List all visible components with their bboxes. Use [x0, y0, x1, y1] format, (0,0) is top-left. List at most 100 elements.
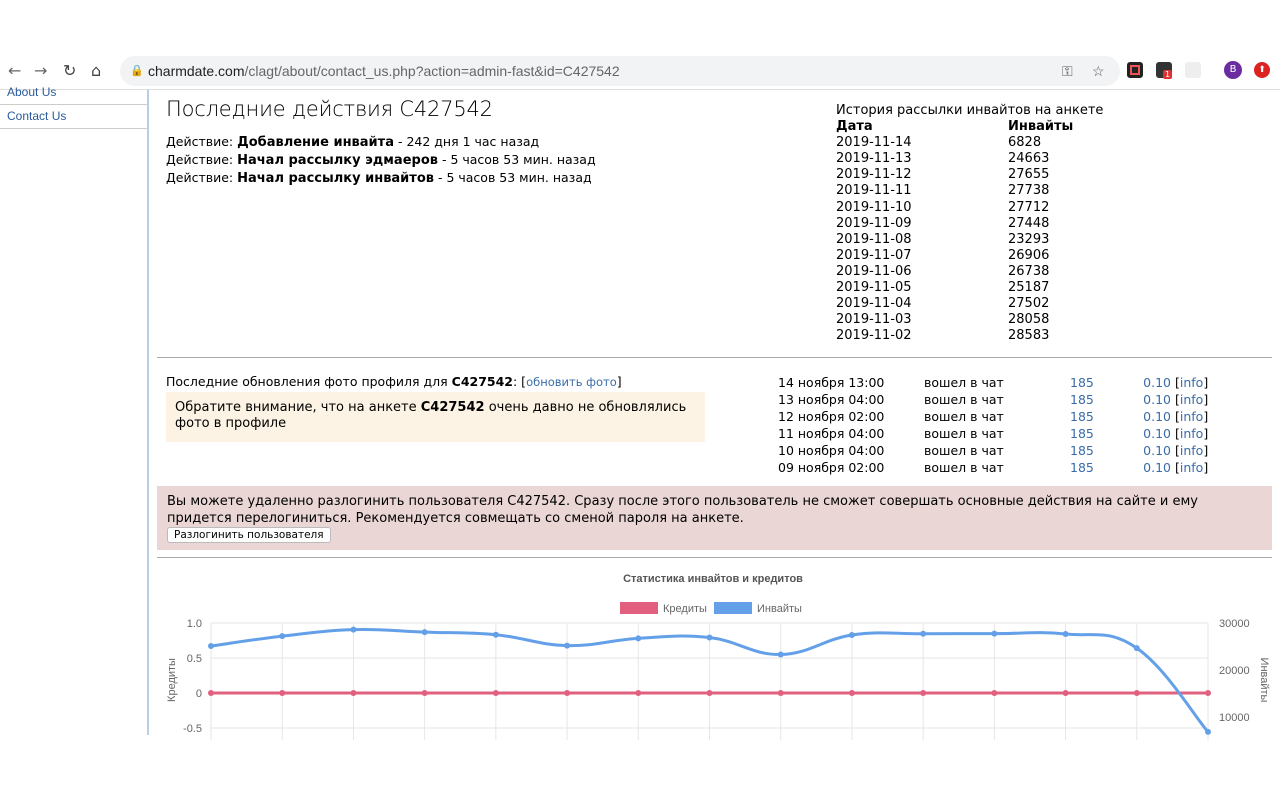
- note-id: C427542: [420, 400, 485, 415]
- col-header-invites: Инвайты: [1008, 119, 1074, 135]
- sidebar-item-about-us[interactable]: About Us: [0, 86, 147, 105]
- data-point[interactable]: [920, 690, 927, 696]
- data-point[interactable]: [706, 634, 713, 641]
- chat-credits: 0.10: [1143, 443, 1171, 458]
- chat-row: 10 ноября 04:00 вошел в чат 185 0.10 [info]: [778, 442, 1209, 459]
- main-content: Последние действия C427542 Действие: Доб…: [157, 90, 1272, 740]
- history-invites: 27712: [1008, 199, 1050, 215]
- chat-id-link[interactable]: 185: [1070, 442, 1122, 459]
- back-icon[interactable]: ←: [8, 61, 21, 80]
- data-point[interactable]: [492, 690, 499, 696]
- upload-extension-icon[interactable]: ⬆: [1254, 62, 1270, 78]
- data-point[interactable]: [777, 690, 784, 696]
- data-point[interactable]: [991, 690, 998, 696]
- star-icon[interactable]: ☆: [1092, 56, 1105, 86]
- history-row: 2019-11-09 27448: [836, 216, 1103, 232]
- data-point[interactable]: [777, 651, 784, 658]
- extension-icon[interactable]: [1185, 62, 1201, 78]
- action-name: Добавление инвайта: [237, 135, 394, 150]
- legend-label[interactable]: Кредиты: [663, 603, 707, 615]
- info-link[interactable]: info: [1180, 409, 1203, 424]
- update-photo-link[interactable]: обновить фото: [526, 375, 617, 389]
- extension-icon[interactable]: [1127, 62, 1143, 78]
- action-time: - 5 часов 53 мин. назад: [437, 152, 596, 167]
- data-point[interactable]: [706, 690, 713, 696]
- history-row: 2019-11-13 24663: [836, 151, 1103, 167]
- logout-user-button[interactable]: Разлогинить пользователя: [167, 527, 331, 543]
- chat-credits: 0.10: [1143, 375, 1171, 390]
- forward-icon[interactable]: →: [34, 61, 47, 80]
- chat-row: 12 ноября 02:00 вошел в чат 185 0.10 [info]: [778, 408, 1209, 425]
- action-prefix: Действие:: [166, 170, 238, 185]
- data-point[interactable]: [279, 633, 286, 640]
- history-date: 2019-11-03: [836, 312, 912, 328]
- chat-event: вошел в чат: [924, 392, 1004, 407]
- history-date: 2019-11-06: [836, 263, 912, 279]
- y-left-tick: 0: [196, 688, 202, 700]
- info-link[interactable]: info: [1180, 426, 1203, 441]
- chat-id-link[interactable]: 185: [1070, 408, 1122, 425]
- chat-time: 11 ноября 04:00: [778, 426, 885, 441]
- data-point[interactable]: [208, 643, 214, 650]
- data-point[interactable]: [279, 690, 286, 696]
- data-point[interactable]: [208, 690, 214, 696]
- bracket: : [: [513, 374, 527, 389]
- key-icon[interactable]: ⚿: [1062, 56, 1073, 86]
- data-point[interactable]: [1062, 690, 1069, 696]
- data-point[interactable]: [848, 631, 855, 638]
- legend-swatch[interactable]: [714, 602, 752, 614]
- info-link[interactable]: info: [1180, 460, 1203, 475]
- chat-id-link[interactable]: 185: [1070, 425, 1122, 442]
- data-point[interactable]: [421, 629, 428, 636]
- data-point[interactable]: [1205, 690, 1211, 696]
- legend-swatch[interactable]: [620, 602, 658, 614]
- data-point[interactable]: [991, 630, 998, 637]
- data-point[interactable]: [848, 690, 855, 696]
- data-point[interactable]: [920, 630, 927, 637]
- action-item: Действие: Добавление инвайта - 242 дня 1…: [166, 133, 596, 151]
- data-point[interactable]: [1062, 631, 1069, 638]
- data-point[interactable]: [350, 626, 357, 633]
- info-link[interactable]: info: [1180, 375, 1203, 390]
- y-left-tick: 0.5: [187, 653, 202, 665]
- history-row: 2019-11-06 26738: [836, 264, 1103, 280]
- action-time: - 5 часов 53 мин. назад: [434, 170, 592, 185]
- data-point[interactable]: [492, 631, 499, 638]
- data-point[interactable]: [1133, 690, 1140, 696]
- data-point[interactable]: [350, 690, 357, 696]
- home-icon[interactable]: ⌂: [91, 61, 101, 80]
- legend-label[interactable]: Инвайты: [757, 603, 802, 615]
- info-link[interactable]: info: [1180, 392, 1203, 407]
- history-row: 2019-11-10 27712: [836, 200, 1103, 216]
- data-point[interactable]: [1205, 728, 1211, 735]
- data-point[interactable]: [421, 690, 428, 696]
- chat-event: вошел в чат: [924, 409, 1004, 424]
- y-left-tick: -0.5: [183, 723, 202, 735]
- address-bar[interactable]: 🔒 charmdate.com/clagt/about/contact_us.p…: [120, 56, 1120, 86]
- chart-title: Статистика инвайтов и кредитов: [623, 573, 803, 585]
- data-point[interactable]: [564, 690, 571, 696]
- y-right-tick: 10000: [1219, 712, 1250, 724]
- info-link[interactable]: info: [1180, 443, 1203, 458]
- history-date: 2019-11-07: [836, 247, 912, 263]
- reload-icon[interactable]: ↻: [63, 61, 76, 80]
- history-date: 2019-11-02: [836, 328, 912, 344]
- extension-icon[interactable]: 1: [1156, 62, 1173, 79]
- history-invites: 26738: [1008, 263, 1050, 279]
- history-date: 2019-11-05: [836, 280, 912, 296]
- history-invites: 23293: [1008, 231, 1050, 247]
- data-point[interactable]: [1133, 645, 1140, 652]
- data-point[interactable]: [635, 690, 642, 696]
- history-row: 2019-11-07 26906: [836, 248, 1103, 264]
- data-point[interactable]: [564, 642, 571, 649]
- chat-id-link[interactable]: 185: [1070, 374, 1122, 391]
- note-text: Обратите внимание, что на анкете: [175, 400, 421, 415]
- data-point[interactable]: [635, 635, 642, 642]
- profile-avatar[interactable]: B: [1224, 61, 1242, 79]
- chat-row: 13 ноября 04:00 вошел в чат 185 0.10 [info]: [778, 391, 1209, 408]
- chat-credits: 0.10: [1143, 426, 1171, 441]
- chat-id-link[interactable]: 185: [1070, 459, 1122, 476]
- chat-id-link[interactable]: 185: [1070, 391, 1122, 408]
- sidebar-item-contact-us[interactable]: Contact Us: [0, 105, 147, 129]
- action-time: - 242 дня 1 час назад: [393, 134, 540, 149]
